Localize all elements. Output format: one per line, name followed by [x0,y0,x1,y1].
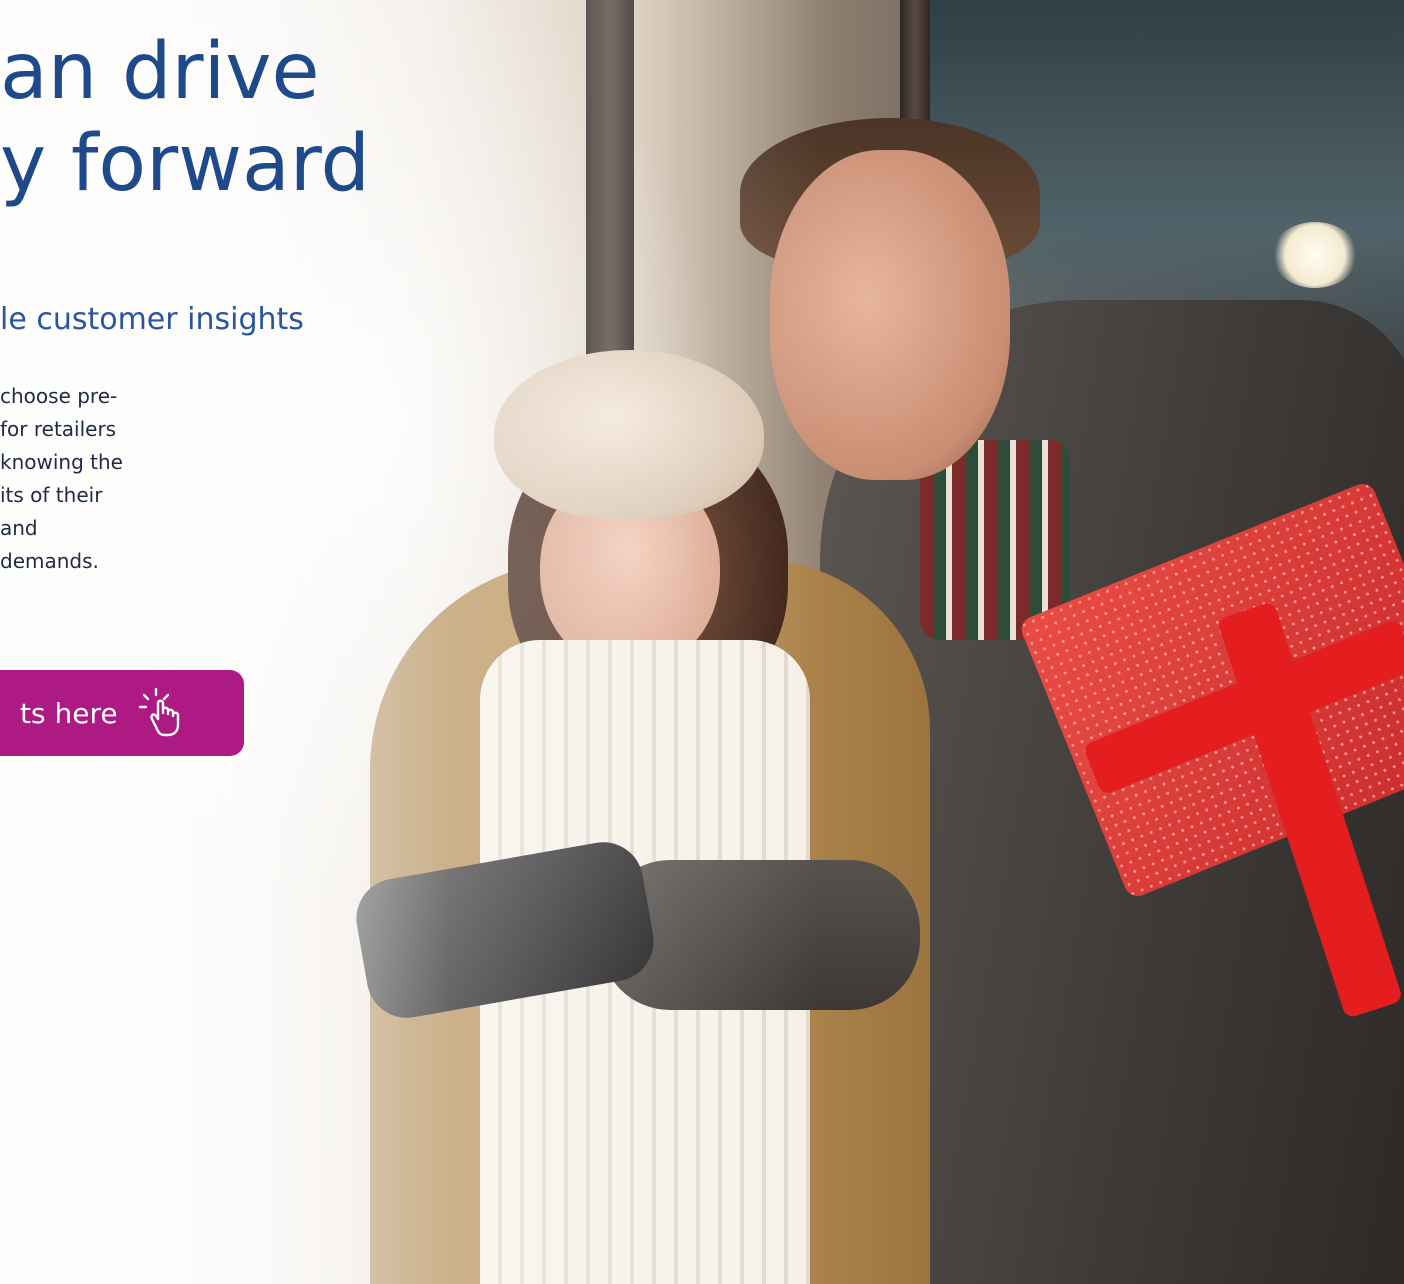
body-line: demands. [0,549,99,573]
hero-subheading: le customer insights [0,302,304,337]
body-line: its of their [0,483,103,507]
body-line: knowing the [0,450,123,474]
lamp [1272,222,1358,288]
headline-line: an drive [0,27,320,117]
body-line: and [0,516,38,540]
hero-headline: an drive y forward [0,26,370,210]
hero-body-text: choose pre- for retailers knowing the it… [0,380,200,578]
headline-line: y forward [0,119,371,209]
body-line: choose pre- [0,384,118,408]
pointer-hand-click-icon [138,687,190,739]
body-line: for retailers [0,417,117,441]
cta-button[interactable]: ts here [0,670,244,756]
cta-label: ts here [20,696,118,730]
